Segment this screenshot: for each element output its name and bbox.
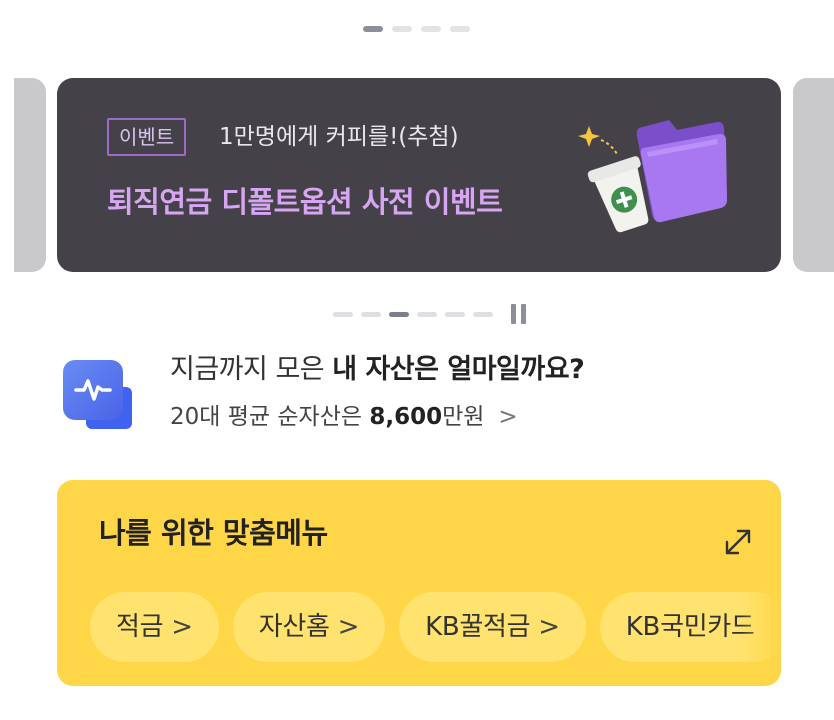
previous-banner-card[interactable] (14, 78, 46, 272)
indicator-dot (450, 26, 470, 32)
menu-chip-list: 적금 > 자산홈 > KB꿀적금 > KB국민카드 (90, 592, 781, 662)
chip-kb-honey-savings[interactable]: KB꿀적금 > (399, 592, 586, 662)
coffee-folder-illustration (578, 120, 727, 233)
avg-prefix: 20대 평균 순자산은 (170, 404, 370, 430)
pagination-dot (473, 311, 493, 317)
banner-subtitle: 1만명에게 커피를!(추첨) (219, 124, 459, 150)
chevron-right-icon: > (171, 612, 193, 642)
pagination-dot (333, 311, 353, 317)
pagination-dot (417, 311, 437, 317)
top-page-indicator (363, 26, 470, 32)
custom-menu-title: 나를 위한 맞춤메뉴 (99, 516, 328, 550)
chip-label: 적금 (116, 612, 164, 642)
chip-label: 자산홈 (258, 612, 330, 642)
chip-scroll-fade (741, 580, 781, 680)
event-banner[interactable]: 이벤트 1만명에게 커피를!(추첨) 퇴직연금 디폴트옵션 사전 이벤트 (57, 78, 781, 272)
asset-question-prefix: 지금까지 모은 (170, 354, 333, 385)
pagination-dot (445, 311, 465, 317)
expand-arrows-icon[interactable] (721, 525, 755, 559)
event-tag: 이벤트 (107, 118, 187, 156)
asset-question-bold: 내 자산은 얼마일까요? (332, 354, 585, 385)
pagination-dot (361, 311, 381, 317)
custom-menu-card: 나를 위한 맞춤메뉴 적금 > 자산홈 > KB꿀적금 > KB국민카드 (57, 480, 781, 686)
indicator-dot-active (363, 26, 383, 32)
avg-value: 8,600 (369, 404, 443, 430)
indicator-dot (392, 26, 412, 32)
chip-label: KB국민카드 (625, 612, 755, 642)
banner-pagination (333, 304, 526, 324)
chip-asset-home[interactable]: 자산홈 > (232, 592, 386, 662)
asset-chart-icon[interactable] (60, 357, 135, 432)
next-banner-card[interactable] (793, 78, 834, 272)
asset-question[interactable]: 지금까지 모은 내 자산은 얼마일까요? (170, 350, 585, 390)
chevron-right-icon: > (538, 612, 560, 642)
chevron-right-icon: > (498, 404, 518, 430)
chip-label: KB꿀적금 (425, 612, 531, 642)
indicator-dot (421, 26, 441, 32)
average-net-assets-link[interactable]: 20대 평균 순자산은 8,600만원 > (170, 399, 518, 435)
chevron-right-icon: > (337, 612, 360, 642)
avg-suffix: 만원 (442, 404, 485, 430)
banner-headline: 퇴직연금 디폴트옵션 사전 이벤트 (107, 185, 503, 219)
chip-savings[interactable]: 적금 > (90, 592, 219, 662)
pause-icon[interactable] (511, 304, 526, 324)
pagination-dot-active (389, 311, 409, 317)
